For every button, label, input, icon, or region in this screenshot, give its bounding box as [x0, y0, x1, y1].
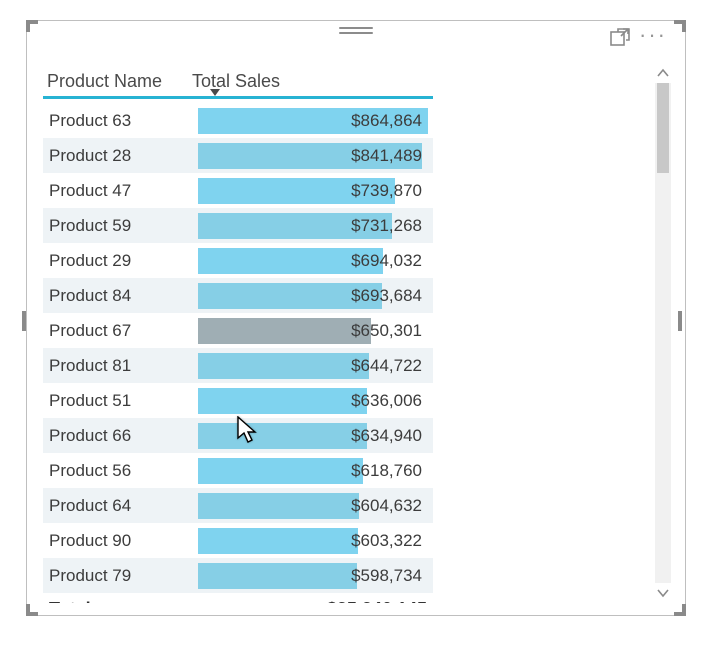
cell-product: Product 79 [43, 566, 198, 586]
cell-product: Product 67 [43, 321, 198, 341]
column-headers: Product Name Total Sales [39, 63, 653, 96]
cell-product: Product 51 [43, 391, 198, 411]
table-row[interactable]: Product 56 $618,760 [43, 453, 433, 488]
table-row[interactable]: Product 79 $598,734 [43, 558, 433, 593]
table-row[interactable]: Product 63 $864,864 [43, 103, 433, 138]
cell-sales-value: $598,734 [351, 563, 422, 589]
cell-sales: $841,489 [198, 143, 428, 169]
cell-product: Product 59 [43, 216, 198, 236]
table-row[interactable]: Product 28 $841,489 [43, 138, 433, 173]
cell-product: Product 90 [43, 531, 198, 551]
cell-sales-value: $644,722 [351, 353, 422, 379]
table-row[interactable]: Product 90 $603,322 [43, 523, 433, 558]
cell-sales: $693,684 [198, 283, 428, 309]
data-bar [198, 388, 367, 414]
drag-grip-icon[interactable] [339, 27, 373, 34]
table-row[interactable]: Product 59 $731,268 [43, 208, 433, 243]
data-bar [198, 493, 359, 519]
table-row[interactable]: Product 81 $644,722 [43, 348, 433, 383]
table-row[interactable]: Product 47 $739,870 [43, 173, 433, 208]
resize-handle-top-left[interactable] [26, 20, 40, 34]
cell-product: Product 66 [43, 426, 198, 446]
cell-sales: $603,322 [198, 528, 428, 554]
vertical-scrollbar[interactable] [653, 63, 673, 603]
cell-sales: $634,940 [198, 423, 428, 449]
resize-handle-mid-right[interactable] [677, 311, 691, 325]
cell-sales-value: $636,006 [351, 388, 422, 414]
total-value: $35,340,145 [201, 599, 433, 603]
cell-sales-value: $603,322 [351, 528, 422, 554]
cell-product: Product 28 [43, 146, 198, 166]
cell-sales: $650,301 [198, 318, 428, 344]
cell-sales: $731,268 [198, 213, 428, 239]
cell-sales-value: $693,684 [351, 283, 422, 309]
cell-sales: $598,734 [198, 563, 428, 589]
scroll-up-button[interactable] [653, 63, 673, 83]
focus-mode-button[interactable] [609, 27, 631, 49]
data-bar [198, 353, 369, 379]
resize-handle-bottom-left[interactable] [26, 602, 40, 616]
column-header-sales[interactable]: Total Sales [192, 71, 422, 92]
resize-handle-top-right[interactable] [672, 20, 686, 34]
resize-handle-bottom-right[interactable] [672, 602, 686, 616]
table-visual: Product Name Total Sales Product 63 $864,… [39, 63, 673, 603]
cell-product: Product 47 [43, 181, 198, 201]
cell-sales: $618,760 [198, 458, 428, 484]
total-label: Total [43, 599, 201, 603]
cell-sales-value: $604,632 [351, 493, 422, 519]
cell-sales-value: $634,940 [351, 423, 422, 449]
cell-product: Product 84 [43, 286, 198, 306]
cell-sales: $644,722 [198, 353, 428, 379]
visual-selection-frame[interactable]: ··· Product Name Total Sales Product 63 $… [26, 20, 686, 616]
cell-sales-value: $841,489 [351, 143, 422, 169]
table-body: Product 63$864,864Product 28$841,489Prod… [43, 103, 433, 593]
data-bar [198, 563, 357, 589]
cell-sales-value: $864,864 [351, 108, 422, 134]
sort-desc-icon [210, 89, 220, 96]
cell-sales: $636,006 [198, 388, 428, 414]
data-bar [198, 458, 363, 484]
table-row[interactable]: Product 29 $694,032 [43, 243, 433, 278]
table-row[interactable]: Product 64 $604,632 [43, 488, 433, 523]
more-options-button[interactable]: ··· [639, 27, 667, 49]
cell-product: Product 56 [43, 461, 198, 481]
cell-product: Product 64 [43, 496, 198, 516]
data-bar [198, 423, 367, 449]
table-row[interactable]: Product 51 $636,006 [43, 383, 433, 418]
cell-sales: $694,032 [198, 248, 428, 274]
cell-sales-value: $618,760 [351, 458, 422, 484]
resize-handle-mid-left[interactable] [21, 311, 35, 325]
cell-sales-value: $650,301 [351, 318, 422, 344]
data-bar [198, 318, 371, 344]
cell-sales-value: $731,268 [351, 213, 422, 239]
cell-product: Product 29 [43, 251, 198, 271]
totals-row: Total $35,340,145 [43, 593, 433, 603]
table-row[interactable]: Product 67 $650,301 [43, 313, 433, 348]
cell-sales-value: $739,870 [351, 178, 422, 204]
scrollbar-track[interactable] [655, 83, 671, 583]
data-bar [198, 528, 358, 554]
cell-sales: $604,632 [198, 493, 428, 519]
cell-sales-value: $694,032 [351, 248, 422, 274]
table-row[interactable]: Product 66 $634,940 [43, 418, 433, 453]
scroll-down-button[interactable] [653, 583, 673, 603]
column-header-product[interactable]: Product Name [47, 71, 192, 92]
table-row[interactable]: Product 84 $693,684 [43, 278, 433, 313]
cell-product: Product 81 [43, 356, 198, 376]
cell-product: Product 63 [43, 111, 198, 131]
cell-sales: $739,870 [198, 178, 428, 204]
cell-sales: $864,864 [198, 108, 428, 134]
scrollbar-thumb[interactable] [657, 83, 669, 173]
